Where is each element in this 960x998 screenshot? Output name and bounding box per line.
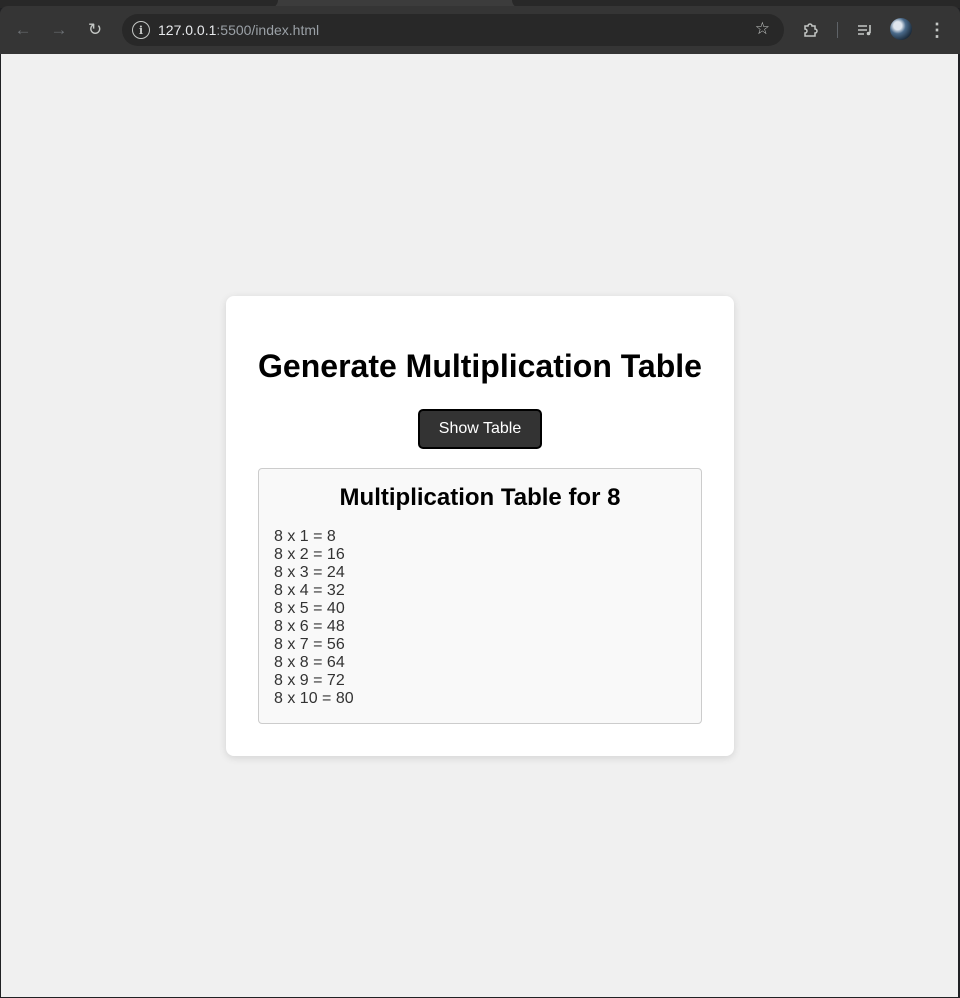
bookmark-star-icon[interactable]: ☆	[755, 19, 770, 39]
menu-dots-icon[interactable]: ⋮	[926, 18, 948, 42]
toolbar-divider	[837, 22, 838, 38]
back-arrow-icon[interactable]: ←	[9, 18, 37, 42]
site-info-icon[interactable]: i	[132, 21, 150, 39]
reload-icon[interactable]: ↻	[81, 18, 109, 42]
page-viewport: Generate Multiplication Table Show Table…	[1, 54, 958, 997]
table-row: 8 x 10 = 80	[274, 690, 354, 707]
table-row: 8 x 1 = 8	[274, 528, 336, 545]
page-title: Generate Multiplication Table	[258, 348, 702, 384]
address-bar[interactable]: i 127.0.0.1:5500/index.html ☆	[122, 14, 784, 46]
media-queue-icon[interactable]	[853, 18, 877, 42]
url-path: :5500/index.html	[216, 22, 320, 38]
result-rows: 8 x 1 = 8 8 x 2 = 16 8 x 3 = 24 8 x 4 = …	[274, 528, 354, 708]
table-row: 8 x 5 = 40	[274, 600, 345, 617]
result-panel: Multiplication Table for 8 8 x 1 = 8 8 x…	[258, 468, 702, 724]
forward-arrow-icon[interactable]: →	[45, 18, 73, 42]
show-table-button[interactable]: Show Table	[418, 409, 542, 449]
profile-avatar[interactable]	[890, 18, 912, 40]
table-row: 8 x 2 = 16	[274, 546, 345, 563]
browser-toolbar: ← → ↻ i 127.0.0.1:5500/index.html ☆ ⋮	[0, 6, 960, 54]
table-row: 8 x 9 = 72	[274, 672, 345, 689]
table-row: 8 x 4 = 32	[274, 582, 345, 599]
table-row: 8 x 8 = 64	[274, 654, 345, 671]
extensions-puzzle-icon[interactable]	[799, 18, 823, 42]
container-card: Generate Multiplication Table Show Table…	[226, 296, 734, 756]
table-row: 8 x 7 = 56	[274, 636, 345, 653]
result-heading: Multiplication Table for 8	[339, 484, 621, 511]
table-row: 8 x 3 = 24	[274, 564, 345, 581]
table-row: 8 x 6 = 48	[274, 618, 345, 635]
url-text[interactable]: 127.0.0.1:5500/index.html	[158, 22, 319, 38]
url-host: 127.0.0.1	[158, 22, 217, 38]
